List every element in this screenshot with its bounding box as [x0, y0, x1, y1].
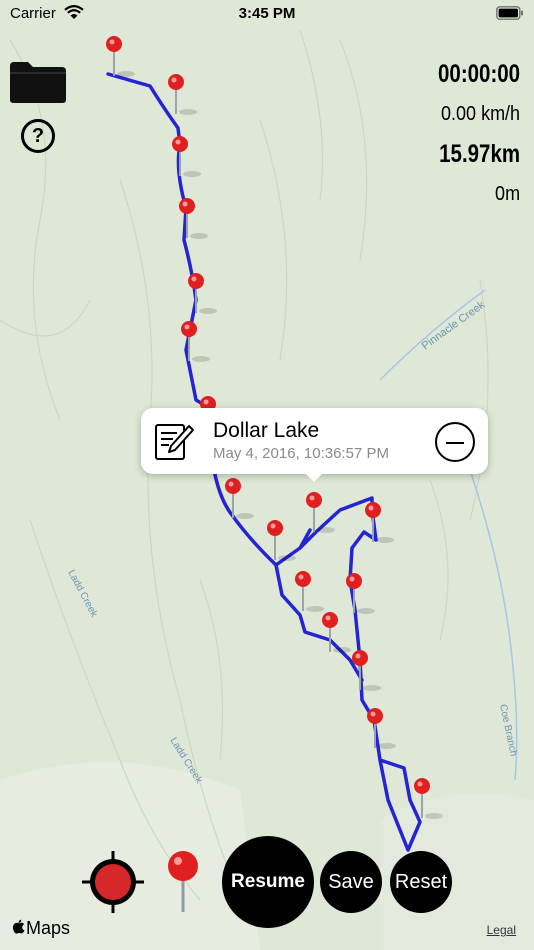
folder-icon[interactable]	[8, 58, 68, 104]
resume-button[interactable]: Resume	[222, 836, 314, 928]
status-time: 3:45 PM	[238, 5, 296, 22]
legal-link[interactable]: Legal	[487, 923, 516, 937]
reset-button[interactable]: Reset	[390, 851, 452, 913]
callout-title: Dollar Lake	[213, 419, 320, 442]
maps-logo: Maps	[12, 918, 70, 939]
elapsed-time: 00:00:00	[437, 60, 520, 88]
help-icon[interactable]: ?	[21, 119, 55, 153]
maps-logo-text: Maps	[26, 918, 71, 938]
apple-icon	[12, 919, 25, 934]
edit-note-icon[interactable]	[153, 420, 195, 462]
callout-timestamp: May 4, 2016, 10:36:57 PM	[213, 445, 389, 462]
total-distance: 15.97km	[439, 140, 520, 168]
status-bar: Carrier 3:45 PM	[0, 0, 534, 28]
pin-callout[interactable]: Dollar Lake May 4, 2016, 10:36:57 PM	[141, 408, 488, 482]
locate-icon[interactable]	[82, 851, 144, 913]
drop-pin-icon[interactable]	[165, 850, 201, 912]
altitude: 0m	[494, 183, 520, 205]
current-speed: 0.00 km/h	[440, 103, 520, 125]
tracking-stats: 00:00:00 0.00 km/h 15.97km 0m	[420, 58, 520, 214]
battery-icon	[496, 6, 523, 20]
save-button[interactable]: Save	[320, 851, 382, 913]
minus-circle-icon[interactable]	[435, 422, 475, 462]
